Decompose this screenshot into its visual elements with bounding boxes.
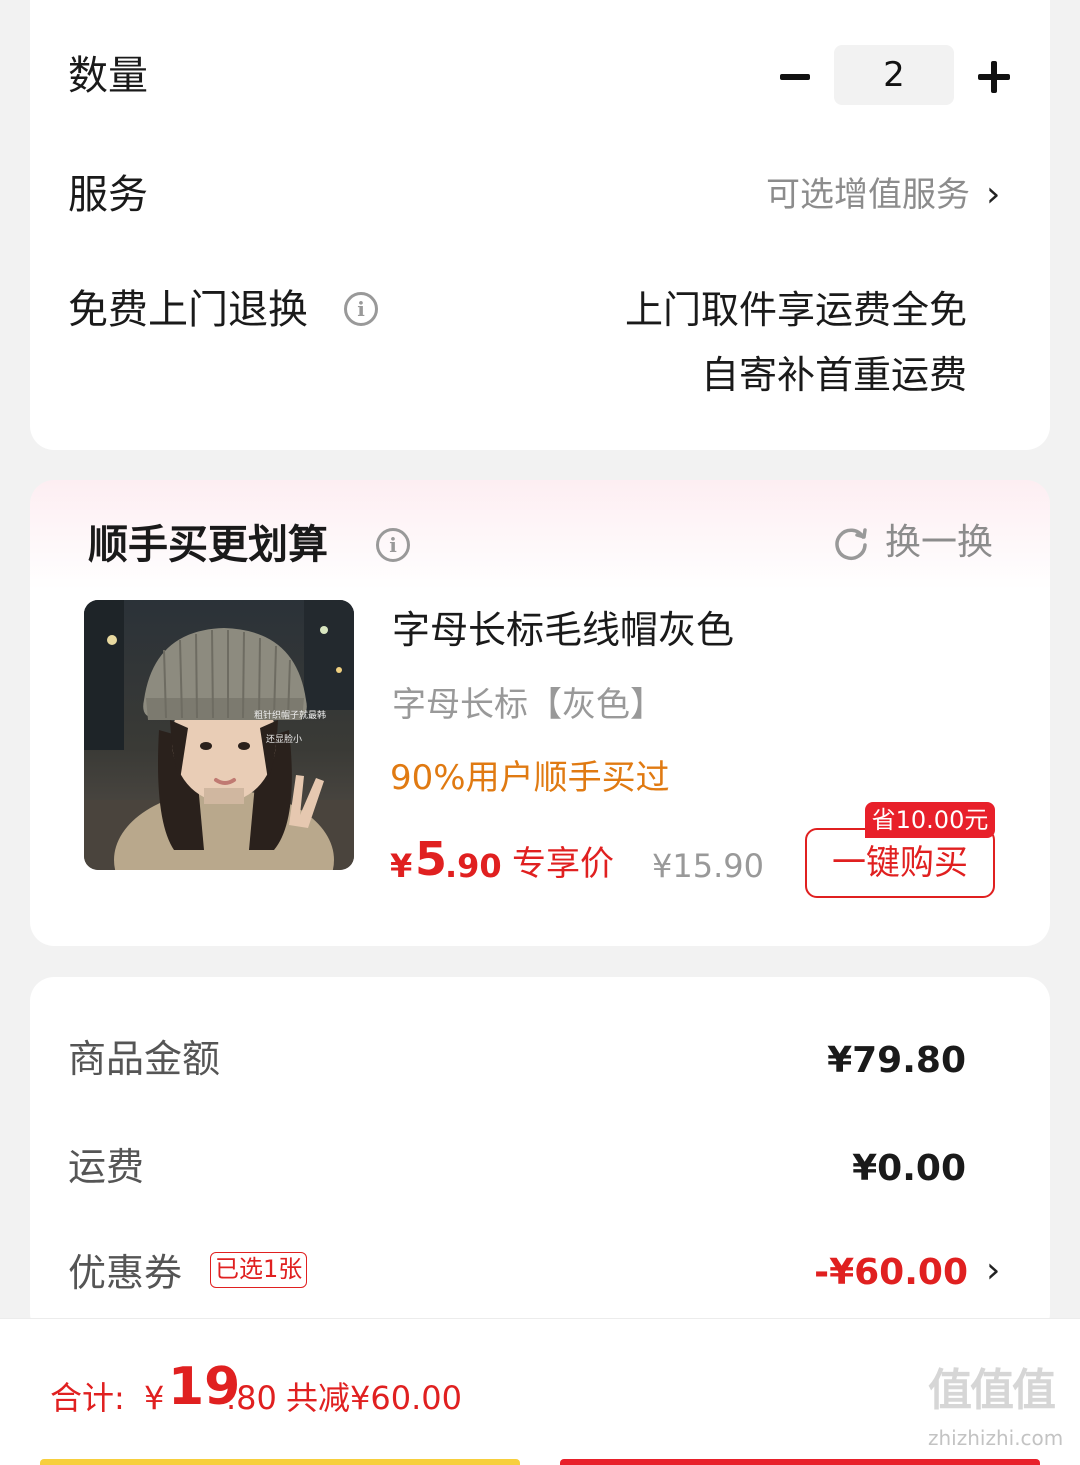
price-tag: 专享价 xyxy=(512,844,614,884)
return-policy-line2: 自寄补首重运费 xyxy=(700,353,967,397)
total-currency: ¥ xyxy=(144,1379,165,1417)
coupon-label: 优惠券 xyxy=(68,1251,183,1295)
image-caption-2: 还显脸小 xyxy=(266,733,302,745)
service-hint: 可选增值服务 xyxy=(766,175,970,215)
info-icon[interactable]: i xyxy=(376,528,410,562)
return-label: 免费上门退换 xyxy=(68,287,308,333)
order-options-card: 数量 2 服务 可选增值服务 › 免费上门退换 i 上门取件享运费全免 自寄补首… xyxy=(30,0,1050,450)
addon-recommend-card: 顺手买更划算 i 换一换 粗针织帽子就最韩 还显脸小 字母长标毛线帽灰色 字母长… xyxy=(30,480,1050,946)
watermark-logo: 值值值 xyxy=(928,1365,1056,1416)
price-decimal: .90 xyxy=(445,847,502,885)
quantity-label: 数量 xyxy=(68,53,148,99)
service-label: 服务 xyxy=(68,172,148,218)
refresh-label: 换一换 xyxy=(885,522,994,563)
product-spec: 字母长标【灰色】 xyxy=(392,685,664,725)
total-saved: 共减¥60.00 xyxy=(286,1379,462,1417)
chevron-right-icon: › xyxy=(986,174,1001,215)
coupon-value: -¥60.00 xyxy=(814,1252,968,1293)
quantity-decrease-button[interactable] xyxy=(774,57,814,97)
image-caption-1: 粗针织帽子就最韩 xyxy=(254,709,326,721)
site-watermark: 值值值 zhizhizhi.com xyxy=(922,1359,1072,1459)
watermark-url: zhizhizhi.com xyxy=(928,1426,1064,1450)
quantity-input[interactable]: 2 xyxy=(834,45,954,105)
shipping-label: 运费 xyxy=(68,1145,145,1189)
shipping-value: ¥0.00 xyxy=(852,1148,966,1189)
chevron-right-icon: › xyxy=(986,1250,1001,1291)
price-integer: 5 xyxy=(415,832,448,886)
save-badge: 省10.00元 xyxy=(865,802,995,838)
product-image[interactable]: 粗针织帽子就最韩 还显脸小 xyxy=(84,600,354,870)
total-label: 合计: xyxy=(50,1379,125,1417)
refresh-icon xyxy=(835,528,867,560)
info-icon[interactable]: i xyxy=(344,292,378,326)
price-currency: ¥ xyxy=(390,847,413,885)
submit-order-button[interactable] xyxy=(560,1459,1040,1465)
addon-title: 顺手买更划算 xyxy=(88,522,328,568)
total-decimal: .80 xyxy=(226,1379,277,1417)
bottom-checkout-bar: 合计: ¥ 19 .80 共减¥60.00 值值值 zhizhizhi.com xyxy=(0,1318,1080,1465)
goods-amount-value: ¥79.80 xyxy=(827,1040,966,1081)
original-price: ¥15.90 xyxy=(652,847,764,885)
quantity-increase-button[interactable] xyxy=(974,57,1014,97)
one-click-buy-button[interactable]: 一键购买 xyxy=(805,828,995,898)
product-name[interactable]: 字母长标毛线帽灰色 xyxy=(392,606,734,654)
return-policy-line1: 上门取件享运费全免 xyxy=(624,288,967,332)
secondary-action-button[interactable] xyxy=(40,1459,520,1465)
coupon-selected-tag: 已选1张 xyxy=(210,1252,308,1288)
goods-amount-label: 商品金额 xyxy=(68,1037,221,1081)
price-summary-card: 商品金额 ¥79.80 运费 ¥0.00 优惠券 已选1张 -¥60.00 › xyxy=(30,977,1050,1337)
product-popularity: 90%用户顺手买过 xyxy=(390,758,670,798)
